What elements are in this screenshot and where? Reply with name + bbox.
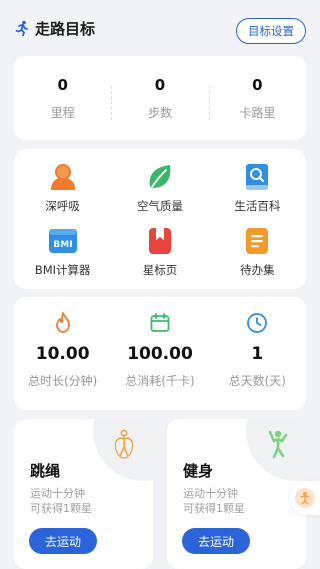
goal-settings-button[interactable]: 目标设置 [236,18,306,44]
person-icon [50,163,75,190]
stat-label: 卡路里 [239,105,276,120]
summary-value: 100.00 [127,344,193,364]
stat-label: 步数 [147,105,172,120]
start-exercise-button[interactable]: 去运动 [182,528,250,554]
bookmark-icon [148,227,171,254]
person-mini-icon [300,492,310,505]
book-search-icon [246,163,269,190]
tool-todo[interactable]: 待办集 [209,219,306,283]
summary-consumption: 100.00 总消耗(千卡) [111,297,208,410]
bmi-icon-text: BMI [53,240,72,250]
summary-label: 总消耗(千卡) [125,374,195,388]
sport-name: 跳绳 [30,462,61,480]
summary-label: 总时长(分钟) [27,374,98,388]
leaf-icon [149,164,171,188]
tool-deep-breath[interactable]: 深呼吸 [14,155,111,219]
tool-label: 星标页 [142,262,178,277]
stat-value: 0 [154,75,166,94]
flame-icon [55,312,70,333]
running-icon [15,20,28,36]
tool-label: 生活百科 [234,198,281,213]
stat-steps: 0 步数 [111,76,208,121]
exercise-summary-card: 10.00 总时长(分钟) 100.00 总消耗(千卡) 1 总天数(天) [14,297,306,410]
tool-label: 待办集 [240,262,275,277]
summary-value: 1 [251,344,264,364]
tool-life-encyclopedia[interactable]: 生活百科 [209,155,306,219]
tools-grid: 深呼吸 空气质量 生活百科 BMI BMI计算器 星标页 待办集 [14,149,306,289]
sport-desc-line: 运动十分钟 [30,487,85,500]
sport-desc-line: 可获得1颗星 [183,502,245,515]
tool-label: 深呼吸 [45,198,80,213]
bmi-icon: BMI [48,228,77,253]
sport-card-jump-rope[interactable]: 跳绳 运动十分钟 可获得1颗星 去运动 [14,419,153,569]
tool-label: 空气质量 [136,198,183,213]
stat-value: 0 [252,75,263,94]
fitness-icon [268,430,288,459]
stat-calories: 0 卡路里 [208,75,306,121]
summary-duration: 10.00 总时长(分钟) [14,297,111,410]
tool-label: BMI计算器 [34,262,91,277]
floating-assistant-button[interactable] [290,481,320,515]
sport-card-fitness[interactable]: 健身 运动十分钟 可获得1颗星 去运动 [167,419,306,569]
jump-rope-icon [114,429,134,459]
todo-list-icon [246,227,269,254]
page-title: 走路目标 [35,19,96,38]
stat-label: 里程 [50,105,75,120]
tool-starred-pages[interactable]: 星标页 [111,219,208,283]
tool-air-quality[interactable]: 空气质量 [111,155,208,219]
walking-stats-card: 0 里程 0 步数 0 卡路里 [14,56,306,140]
calendar-icon [150,313,170,332]
stat-distance: 0 里程 [14,76,111,121]
sport-description: 运动十分钟 可获得1颗星 [183,486,245,516]
sport-description: 运动十分钟 可获得1颗星 [30,486,92,516]
summary-value: 10.00 [35,344,90,364]
stat-value: 0 [57,75,68,94]
assistant-icon [295,488,315,508]
sport-desc-line: 可获得1颗星 [30,502,92,515]
tool-bmi-calculator[interactable]: BMI BMI计算器 [14,219,111,283]
summary-label: 总天数(天) [228,374,286,388]
summary-days: 1 总天数(天) [209,297,306,410]
sport-name: 健身 [183,462,214,480]
start-exercise-button[interactable]: 去运动 [29,528,97,554]
clock-icon [247,313,268,333]
sport-desc-line: 运动十分钟 [183,487,238,500]
